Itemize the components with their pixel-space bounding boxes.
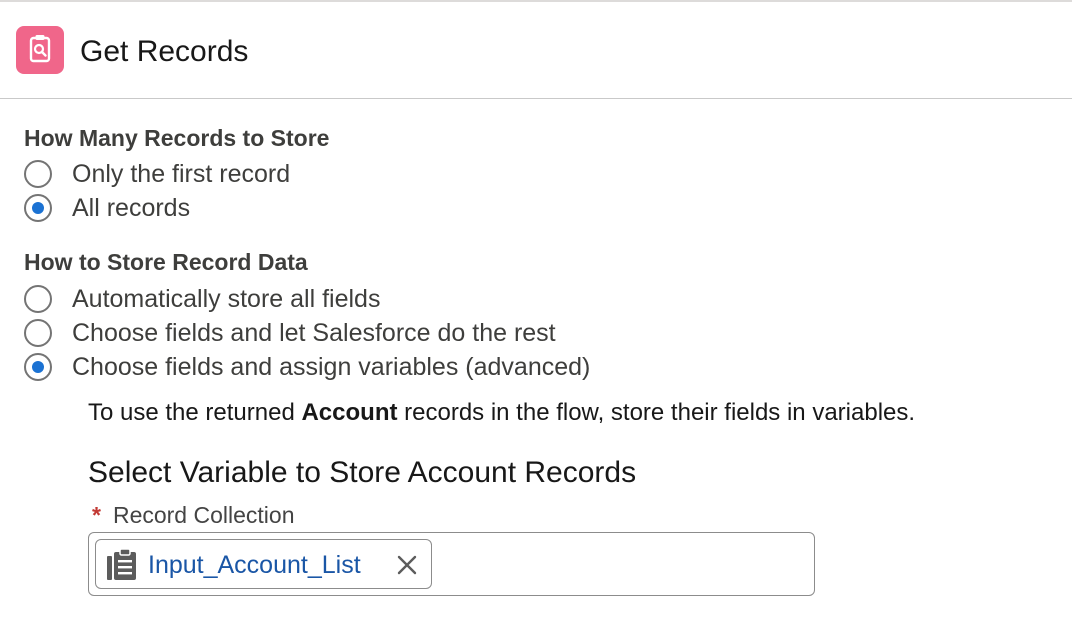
radio-all-records[interactable]: All records [24, 193, 190, 223]
store-data-heading: How to Store Record Data [24, 249, 308, 275]
info-prefix: To use the returned [88, 399, 302, 426]
required-marker: * [92, 502, 101, 528]
record-lookup-icon [16, 26, 64, 74]
info-text: To use the returned Account records in t… [88, 398, 915, 428]
selected-variable-label: Input_Account_List [148, 551, 361, 579]
radio-label: Choose fields and assign variables (adva… [72, 353, 591, 381]
radio-only-first-record[interactable]: Only the first record [24, 159, 290, 189]
info-object: Account [301, 399, 398, 426]
radio-button[interactable] [24, 160, 52, 188]
record-collection-label: * Record Collection [92, 500, 294, 530]
record-collection-icon [104, 548, 140, 587]
radio-button[interactable] [24, 285, 52, 313]
radio-label: All records [72, 194, 191, 222]
panel-header: Get Records [0, 2, 1072, 99]
record-collection-input[interactable]: Input_Account_List [88, 532, 815, 596]
radio-choose-fields-salesforce[interactable]: Choose fields and let Salesforce do the … [24, 318, 556, 348]
radio-button[interactable] [24, 319, 52, 347]
selected-variable-pill[interactable]: Input_Account_List [95, 539, 432, 589]
page-title: Get Records [80, 35, 249, 68]
radio-label: Automatically store all fields [72, 285, 381, 313]
field-label-text: Record Collection [112, 502, 295, 528]
radio-label: Only the first record [72, 160, 291, 188]
select-variable-heading: Select Variable to Store Account Records [88, 456, 637, 489]
radio-button-selected[interactable] [24, 353, 52, 381]
radio-auto-store-all-fields[interactable]: Automatically store all fields [24, 284, 380, 314]
radio-label: Choose fields and let Salesforce do the … [72, 319, 556, 347]
close-icon[interactable] [396, 554, 418, 576]
info-suffix: records in the flow, store their fields … [397, 399, 916, 426]
record-count-heading: How Many Records to Store [24, 125, 330, 151]
radio-choose-fields-assign-variables[interactable]: Choose fields and assign variables (adva… [24, 352, 590, 382]
radio-button-selected[interactable] [24, 194, 52, 222]
